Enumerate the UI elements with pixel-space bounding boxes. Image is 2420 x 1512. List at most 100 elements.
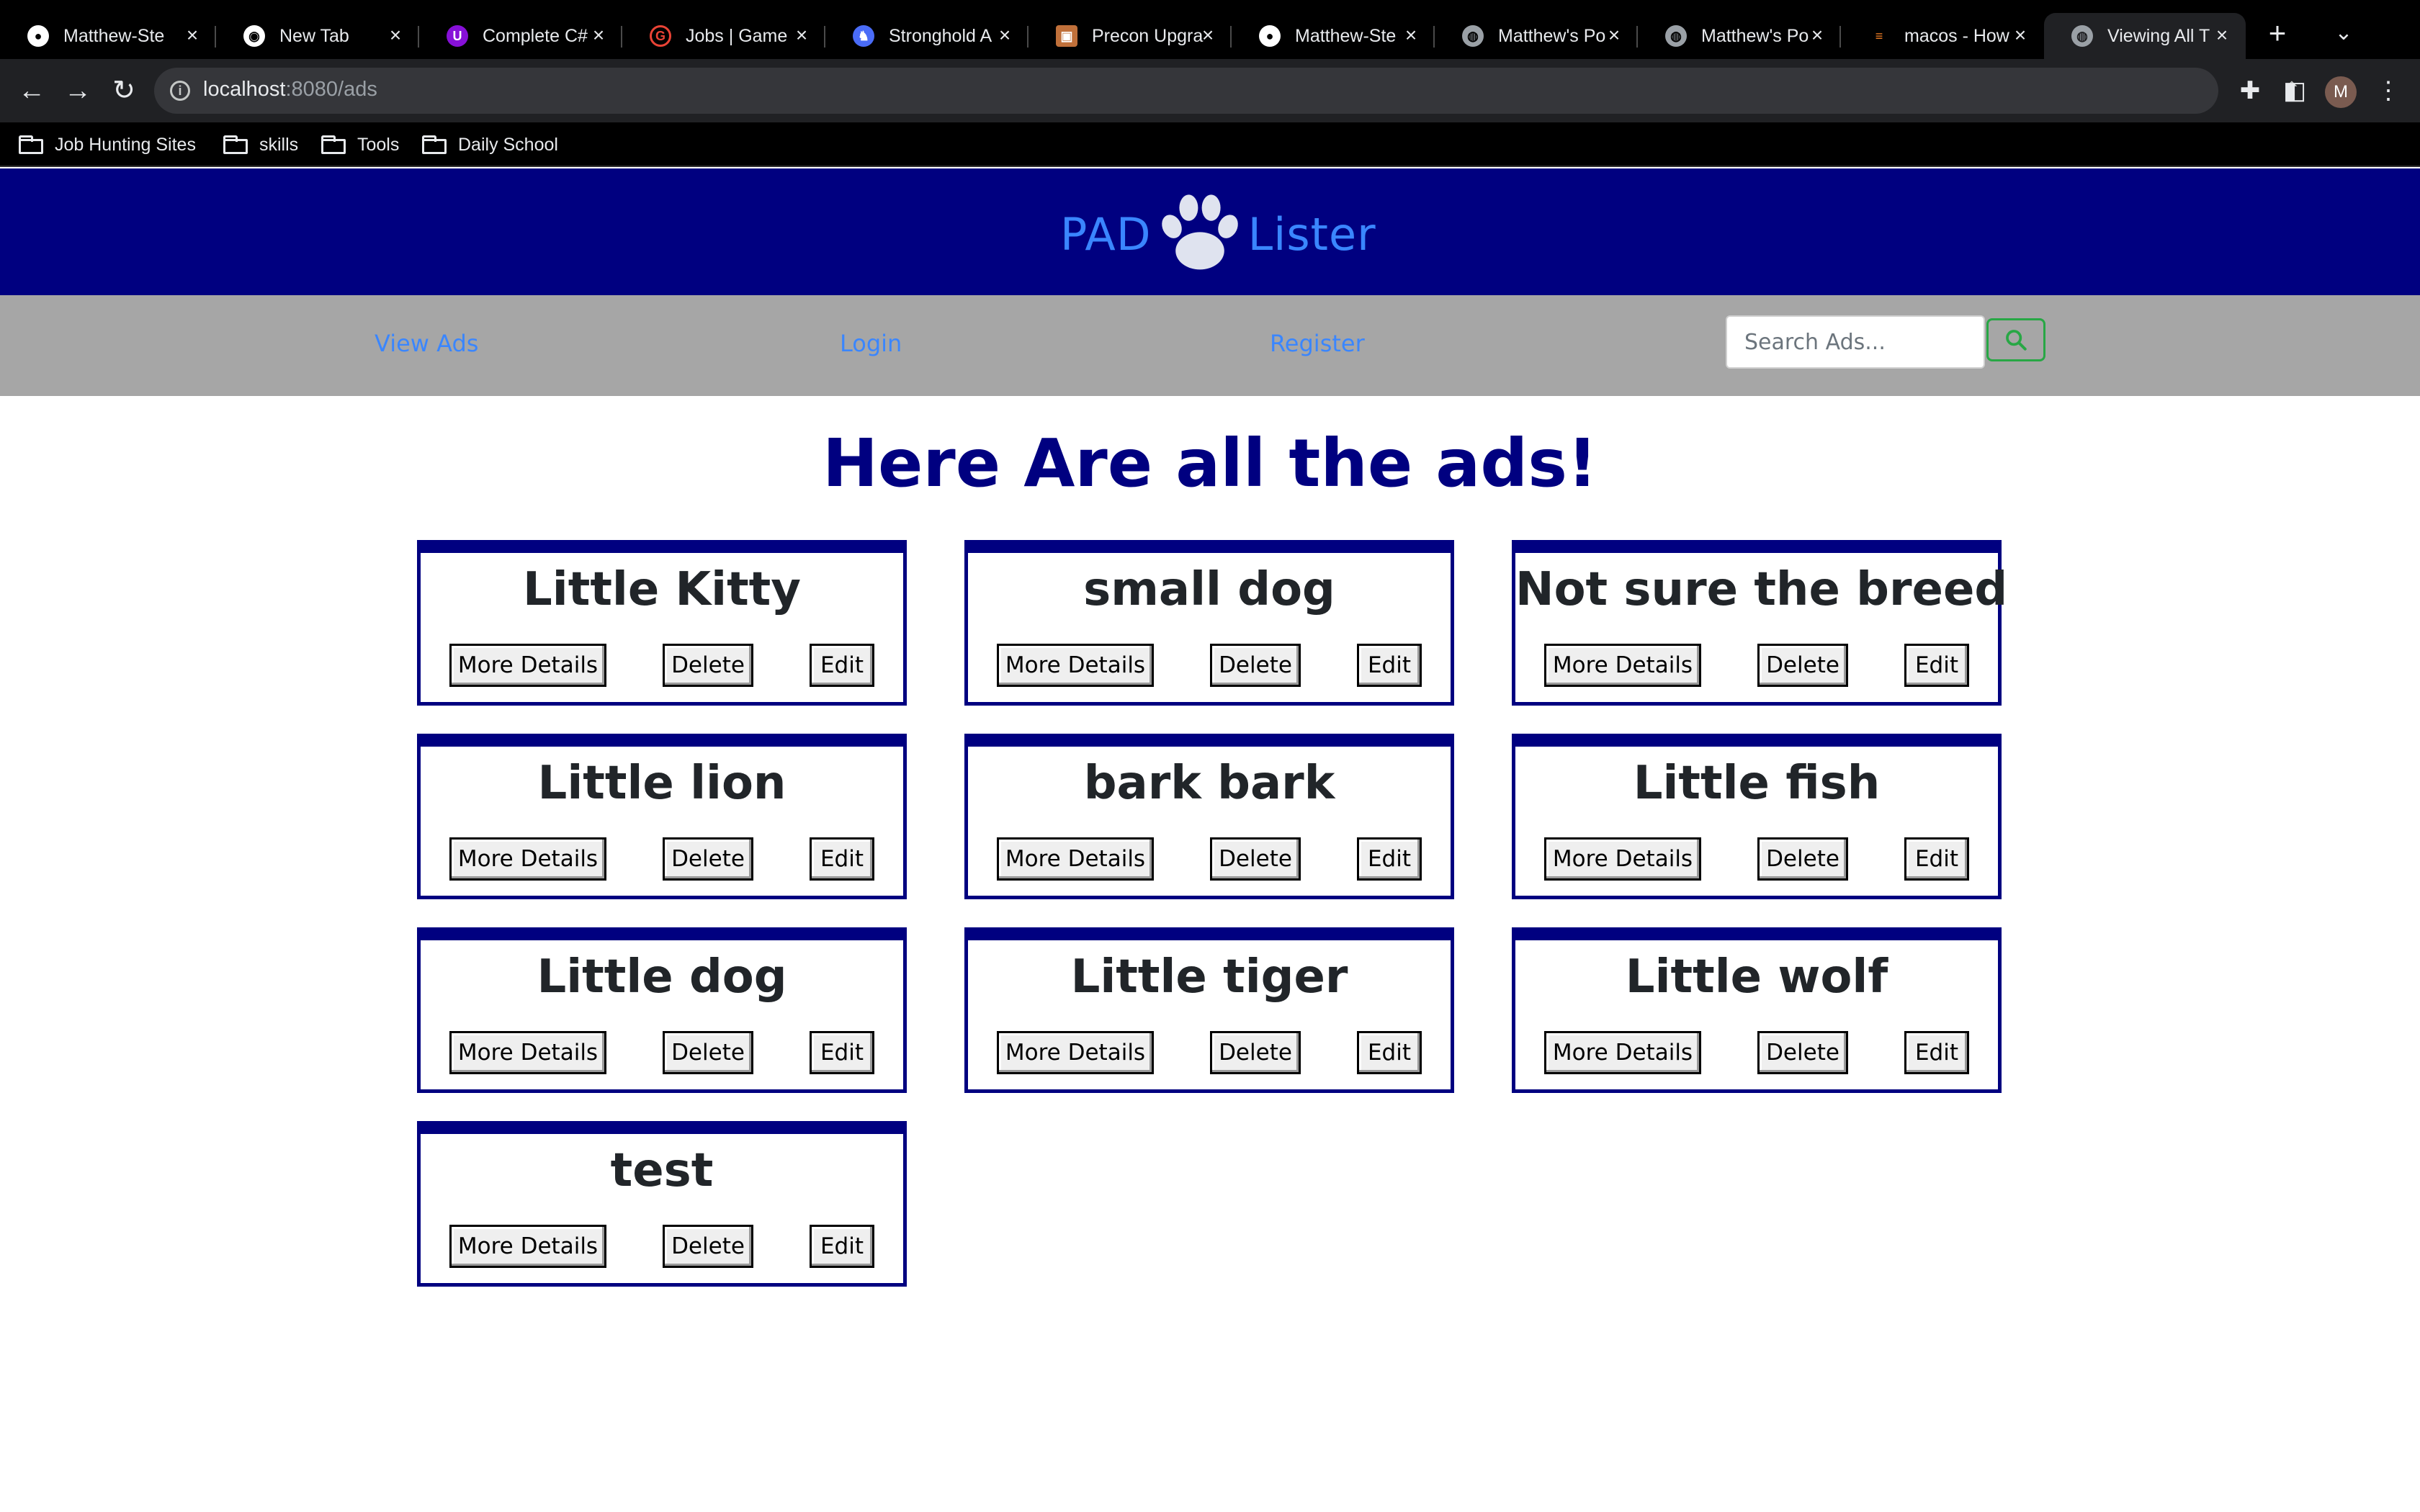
browser-tab[interactable]: ♞ Stronghold A × <box>825 13 1028 59</box>
close-icon[interactable]: × <box>789 23 814 48</box>
extensions-icon[interactable]: ✚ <box>2234 75 2266 107</box>
new-tab-icon[interactable]: + <box>2262 17 2293 49</box>
bookmark-folder[interactable]: Job Hunting Sites <box>19 131 196 158</box>
tab-title: Stronghold A <box>889 25 992 46</box>
close-icon[interactable]: × <box>383 23 408 48</box>
bookmark-folder[interactable]: Tools <box>321 131 399 158</box>
edit-button[interactable]: Edit <box>1357 1031 1422 1074</box>
tab-title: Precon Upgra <box>1092 25 1204 46</box>
more-details-button[interactable]: More Details <box>997 837 1154 881</box>
close-icon[interactable]: × <box>992 23 1017 48</box>
info-icon[interactable]: i <box>170 81 190 101</box>
chevron-down-icon[interactable]: ⌄ <box>2328 17 2360 49</box>
tab-title: Matthew's Po <box>1701 25 1809 46</box>
close-icon[interactable]: × <box>1196 23 1220 48</box>
nav-link-login[interactable]: Login <box>840 330 902 357</box>
github-icon: ● <box>27 25 49 47</box>
edit-button[interactable]: Edit <box>1357 837 1422 881</box>
ad-card: bark bark More Details Delete Edit <box>964 734 1454 899</box>
more-details-button[interactable]: More Details <box>449 1031 606 1074</box>
ad-title: test <box>610 1144 714 1197</box>
tab-title: Jobs | Game <box>686 25 788 46</box>
browser-tab[interactable]: ◉ New Tab × <box>216 13 419 59</box>
more-details-button[interactable]: More Details <box>449 837 606 881</box>
delete-button[interactable]: Delete <box>663 1031 753 1074</box>
avatar[interactable]: M <box>2325 76 2357 108</box>
paw-icon <box>1161 194 1238 270</box>
delete-button[interactable]: Delete <box>1210 644 1301 687</box>
more-details-button[interactable]: More Details <box>1544 1031 1701 1074</box>
browser-tab[interactable]: ◍ Matthew's Po × <box>1435 13 1638 59</box>
edit-button[interactable]: Edit <box>810 1031 874 1074</box>
browser-tab[interactable]: ● Matthew-Ste × <box>1232 13 1435 59</box>
more-details-button[interactable]: More Details <box>449 644 606 687</box>
edit-button[interactable]: Edit <box>810 644 874 687</box>
browser-tab[interactable]: ≡ macos - How × <box>1841 13 2044 59</box>
close-icon[interactable]: × <box>2008 23 2033 48</box>
bookmark-label: Job Hunting Sites <box>55 134 196 155</box>
ad-title: Not sure the breed <box>1515 563 2008 616</box>
search-input[interactable] <box>1726 315 1985 369</box>
delete-button[interactable]: Delete <box>663 1225 753 1268</box>
edit-button[interactable]: Edit <box>1904 837 1969 881</box>
bookmark-label: Daily School <box>458 134 558 155</box>
close-icon[interactable]: × <box>1602 23 1626 48</box>
bookmarks-bar: Job Hunting Sites skills Tools Daily Sch… <box>0 122 2420 167</box>
browser-tab[interactable]: G Jobs | Game × <box>622 13 825 59</box>
close-icon[interactable]: × <box>586 23 611 48</box>
folder-icon <box>19 135 43 154</box>
ad-title: Little tiger <box>1070 950 1348 1004</box>
close-icon[interactable]: × <box>2210 23 2234 48</box>
more-details-button[interactable]: More Details <box>1544 644 1701 687</box>
browser-toolbar: ← → ↻ i localhost:8080/ads ⇧ ☆ ✚ ◧ M ⋮ <box>0 59 2420 122</box>
nav-link-view-ads[interactable]: View Ads <box>375 330 478 357</box>
delete-button[interactable]: Delete <box>663 644 753 687</box>
site-navbar: View Ads Login Register <box>0 295 2420 396</box>
edit-button[interactable]: Edit <box>1357 644 1422 687</box>
browser-tab[interactable]: U Complete C# × <box>419 13 622 59</box>
more-menu-icon[interactable]: ⋮ <box>2372 75 2404 107</box>
forward-arrow-icon[interactable]: → <box>62 75 94 107</box>
browser-tab[interactable]: ◍ Matthew's Po × <box>1638 13 1841 59</box>
more-details-button[interactable]: More Details <box>449 1225 606 1268</box>
more-details-button[interactable]: More Details <box>997 1031 1154 1074</box>
back-arrow-icon[interactable]: ← <box>16 75 48 107</box>
ad-title: Little dog <box>537 950 787 1004</box>
ad-card: Not sure the breed More Details Delete E… <box>1512 540 2008 706</box>
delete-button[interactable]: Delete <box>663 837 753 881</box>
ad-title: Little lion <box>537 757 786 810</box>
delete-button[interactable]: Delete <box>1757 644 1848 687</box>
reload-icon[interactable]: ↻ <box>108 75 140 107</box>
close-icon[interactable]: × <box>1805 23 1829 48</box>
side-panel-icon[interactable]: ◧ <box>2279 75 2311 107</box>
delete-button[interactable]: Delete <box>1210 837 1301 881</box>
edit-button[interactable]: Edit <box>1904 644 1969 687</box>
close-icon[interactable]: × <box>180 23 205 48</box>
edit-button[interactable]: Edit <box>810 837 874 881</box>
site-logo[interactable]: PAD Lister <box>1060 194 1376 274</box>
delete-button[interactable]: Delete <box>1757 1031 1848 1074</box>
url-text[interactable]: localhost:8080/ads <box>203 78 377 102</box>
address-bar[interactable]: i localhost:8080/ads ⇧ ☆ <box>154 68 2352 114</box>
game-icon: ♞ <box>853 25 874 47</box>
delete-button[interactable]: Delete <box>1757 837 1848 881</box>
close-icon[interactable]: × <box>1399 23 1423 48</box>
ad-title: Little fish <box>1633 757 1881 810</box>
ad-card: test More Details Delete Edit <box>417 1121 907 1287</box>
bookmark-label: Tools <box>357 134 400 155</box>
delete-button[interactable]: Delete <box>1210 1031 1301 1074</box>
site-header: PAD Lister <box>0 168 2420 295</box>
search-button[interactable] <box>1986 318 2045 361</box>
browser-tab[interactable]: ▣ Precon Upgra × <box>1028 13 1232 59</box>
more-details-button[interactable]: More Details <box>1544 837 1701 881</box>
bookmark-folder[interactable]: Daily School <box>422 131 558 158</box>
edit-button[interactable]: Edit <box>1904 1031 1969 1074</box>
more-details-button[interactable]: More Details <box>997 644 1154 687</box>
edit-button[interactable]: Edit <box>810 1225 874 1268</box>
browser-tab[interactable]: ● Matthew-Ste × <box>0 13 216 59</box>
ad-title: small dog <box>1083 563 1335 616</box>
browser-tab-active[interactable]: ◍ Viewing All T × <box>2044 13 2246 59</box>
nav-link-register[interactable]: Register <box>1270 330 1365 357</box>
bookmark-folder[interactable]: skills <box>223 131 298 158</box>
ad-card: Little dog More Details Delete Edit <box>417 927 907 1093</box>
